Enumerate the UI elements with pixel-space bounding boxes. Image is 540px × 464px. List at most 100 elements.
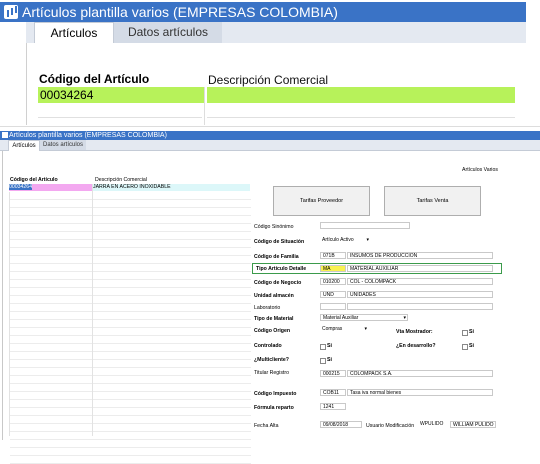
table-row[interactable] — [10, 408, 251, 416]
table-row[interactable] — [10, 384, 251, 392]
tab-datos-articulos[interactable]: Datos artículos — [114, 22, 222, 43]
codigo-sinonimo-input[interactable] — [320, 222, 410, 229]
table-row[interactable] — [10, 328, 251, 336]
codigo-familia-desc: INSUMOS DE PRODUCCION — [347, 252, 493, 259]
codigo-negocio-label: Código de Negocio — [254, 280, 302, 286]
laboratorio-label: Laboratorio — [254, 305, 281, 311]
grid-line — [38, 117, 202, 118]
table-row[interactable] — [10, 200, 251, 208]
grid-separator — [204, 87, 205, 125]
table-row[interactable] — [10, 424, 251, 432]
controlado-value: Si — [327, 343, 332, 349]
table-row[interactable] — [10, 400, 251, 408]
table-row[interactable] — [10, 280, 251, 288]
table-row[interactable] — [10, 208, 251, 216]
tipo-material-label: Tipo de Material — [254, 316, 294, 322]
section-title: Artículos Varios — [462, 167, 498, 173]
codigo-impuesto-code[interactable]: COB11 — [320, 389, 346, 396]
table-row[interactable] — [10, 376, 251, 384]
table-row[interactable] — [10, 336, 251, 344]
controlado-label: Controlado — [254, 343, 282, 349]
tab-articulos[interactable]: Artículos — [34, 22, 114, 44]
tipo-articulo-detalle-code[interactable]: MA — [320, 265, 346, 272]
grid-code-value: 00034264 — [9, 184, 33, 190]
table-row[interactable] — [10, 264, 251, 272]
table-row[interactable] — [10, 432, 251, 440]
grid-line — [207, 117, 515, 118]
codigo-origen-label: Código Origen — [254, 328, 291, 334]
vta-mostrador-label: Vta Mostrador: — [396, 329, 433, 335]
table-row[interactable] — [10, 352, 251, 360]
codigo-sinonimo-label: Código Sinónimo — [254, 224, 294, 230]
zoom-title-bar: Artículos plantilla varios (EMPRESAS COL… — [0, 2, 526, 22]
table-row[interactable] — [10, 320, 251, 328]
description-input[interactable] — [207, 87, 515, 103]
formula-reparto-input[interactable]: 1241 — [320, 403, 346, 410]
desc-column-header: Descripción Comercial — [208, 73, 329, 87]
laboratorio-desc — [347, 303, 493, 310]
codigo-origen-select[interactable]: Compras — [320, 326, 368, 333]
unidad-almacen-desc: UNIDADES — [347, 291, 493, 298]
grid-code-cell[interactable]: 00034264 — [9, 184, 92, 191]
unidad-almacen-code[interactable]: UND — [320, 291, 346, 298]
code-input[interactable]: 00034264 — [38, 87, 204, 103]
table-row[interactable] — [10, 416, 251, 424]
en-desarrollo-value: Si — [469, 343, 474, 349]
controlado-checkbox[interactable] — [320, 344, 326, 350]
en-desarrollo-label: ¿En desarrollo? — [396, 343, 436, 349]
tarifas-proveedor-button[interactable]: Tarifas Proveedor — [273, 186, 370, 216]
table-row[interactable] — [10, 360, 251, 368]
table-row[interactable] — [10, 312, 251, 320]
titular-registro-label: Titular Registro — [254, 370, 289, 376]
grid-desc-cell[interactable]: JARRA EN ACERO INOXIDABLE — [93, 184, 250, 191]
table-row[interactable] — [10, 192, 251, 200]
table-row[interactable] — [10, 296, 251, 304]
usuario-modificacion-name: WILLIAM PULIDO — [450, 421, 496, 428]
multicliente-label: ¿Multicliente? — [254, 357, 289, 363]
titular-registro-desc: COLOMPACK S.A. — [347, 370, 493, 377]
titular-registro-code[interactable]: 000215 — [320, 370, 346, 377]
codigo-negocio-code[interactable]: 010200 — [320, 278, 346, 285]
zoom-window-title: Artículos plantilla varios (EMPRESAS COL… — [22, 4, 338, 20]
table-row[interactable] — [10, 304, 251, 312]
tipo-material-select[interactable]: Material Auxiliar — [320, 314, 408, 321]
app-chart-icon — [4, 5, 18, 19]
table-row[interactable] — [10, 256, 251, 264]
table-row[interactable] — [10, 248, 251, 256]
codigo-situacion-label: Código de Situación — [254, 239, 305, 245]
tipo-articulo-detalle-label: Tipo Artículo Detalle — [256, 266, 307, 272]
main-window-title: Artículos plantilla varios (EMPRESAS COL… — [9, 132, 167, 139]
codigo-familia-code[interactable]: 071B — [320, 252, 346, 259]
fecha-alta-input[interactable]: 09/08/2018 — [320, 421, 362, 428]
vta-mostrador-checkbox[interactable] — [462, 330, 468, 336]
zoomed-detail-panel: Artículos plantilla varios (EMPRESAS COL… — [0, 0, 527, 125]
table-row[interactable] — [10, 288, 251, 296]
table-row[interactable] — [10, 440, 251, 448]
fecha-alta-label: Fecha Alta — [254, 423, 279, 429]
code-column-header: Código del Artículo — [39, 72, 150, 86]
article-grid[interactable] — [9, 192, 251, 464]
codigo-situacion-select[interactable]: Artículo Activo — [320, 237, 370, 244]
table-row[interactable] — [10, 224, 251, 232]
table-row[interactable] — [10, 344, 251, 352]
usuario-modificacion-label: Usuario Modificación — [366, 423, 415, 429]
tarifas-venta-button[interactable]: Tarifas Venta — [384, 186, 481, 216]
unidad-almacen-label: Unidad almacén — [254, 293, 294, 299]
multicliente-checkbox[interactable] — [320, 358, 326, 364]
divider — [0, 126, 540, 127]
laboratorio-code[interactable] — [320, 303, 346, 310]
codigo-impuesto-desc: Tasa iva normal bienes — [347, 389, 493, 396]
table-row[interactable] — [10, 240, 251, 248]
table-row[interactable] — [10, 216, 251, 224]
main-title-bar: Artículos plantilla varios (EMPRESAS COL… — [0, 131, 540, 140]
table-row[interactable] — [10, 272, 251, 280]
tab-articulos[interactable]: Artículos — [8, 140, 40, 151]
zoom-tab-bar: Artículos Datos artículos — [26, 22, 526, 44]
table-row[interactable] — [10, 448, 251, 456]
table-row[interactable] — [10, 232, 251, 240]
table-row[interactable] — [10, 392, 251, 400]
tab-datos-articulos[interactable]: Datos artículos — [40, 140, 86, 150]
table-row[interactable] — [10, 368, 251, 376]
en-desarrollo-checkbox[interactable] — [462, 344, 468, 350]
table-row[interactable] — [10, 456, 251, 464]
